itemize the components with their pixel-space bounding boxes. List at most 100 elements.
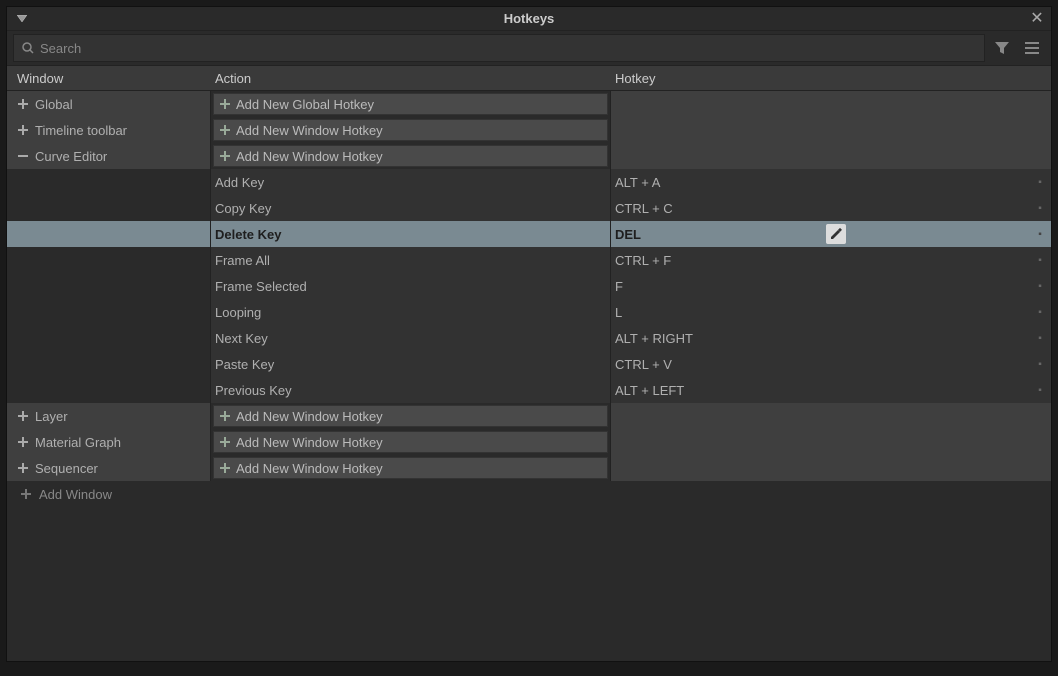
hotkey-cell[interactable]: CTRL + C ▪ (611, 195, 1051, 221)
filter-button[interactable] (989, 35, 1015, 61)
action-cell[interactable]: Frame All (211, 247, 611, 273)
expand-icon[interactable] (17, 124, 29, 136)
drag-handle-icon[interactable]: ▪ (1035, 229, 1045, 240)
group-window-cell[interactable]: Curve Editor (7, 143, 211, 169)
add-hotkey-button[interactable]: Add New Window Hotkey (213, 405, 608, 427)
hotkey-row[interactable]: Next Key ALT + RIGHT ▪ (7, 325, 1051, 351)
add-window-button[interactable]: Add Window (7, 481, 1051, 507)
plus-icon (220, 99, 230, 109)
action-cell[interactable]: Next Key (211, 325, 611, 351)
add-hotkey-button[interactable]: Add New Window Hotkey (213, 457, 608, 479)
child-window-cell (7, 169, 211, 195)
plus-icon (21, 489, 31, 499)
group-row[interactable]: Layer Add New Window Hotkey (7, 403, 1051, 429)
group-row[interactable]: Timeline toolbarAdd New Window Hotkey (7, 117, 1051, 143)
hotkey-cell[interactable]: L▪ (611, 299, 1051, 325)
group-hotkey-cell (611, 429, 1051, 455)
group-window-cell[interactable]: Material Graph (7, 429, 211, 455)
drag-handle-icon[interactable]: ▪ (1035, 307, 1045, 318)
group-window-cell[interactable]: Timeline toolbar (7, 117, 211, 143)
expand-icon[interactable] (17, 462, 29, 474)
group-action-cell: Add New Window Hotkey (211, 117, 611, 143)
action-cell[interactable]: Paste Key (211, 351, 611, 377)
close-button[interactable]: ✕ (1023, 7, 1051, 31)
plus-icon (220, 125, 230, 135)
expand-icon[interactable] (17, 410, 29, 422)
drag-handle-icon[interactable]: ▪ (1035, 359, 1045, 370)
group-window-cell[interactable]: Layer (7, 403, 211, 429)
hotkeys-window: Hotkeys ✕ Window Action Hotkey GlobalAdd… (6, 6, 1052, 662)
expand-icon[interactable] (17, 436, 29, 448)
body: GlobalAdd New Global HotkeyTimeline tool… (7, 91, 1051, 661)
action-label: Copy Key (215, 201, 271, 216)
group-row[interactable]: GlobalAdd New Global Hotkey (7, 91, 1051, 117)
add-hotkey-button[interactable]: Add New Global Hotkey (213, 93, 608, 115)
hotkey-label: CTRL + C (615, 201, 673, 216)
drag-handle-icon[interactable]: ▪ (1035, 203, 1045, 214)
search-box[interactable] (13, 34, 985, 62)
hotkey-cell[interactable]: ALT + LEFT▪ (611, 377, 1051, 403)
action-cell[interactable]: Copy Key (211, 195, 611, 221)
hotkey-cell[interactable]: F▪ (611, 273, 1051, 299)
group-action-cell: Add New Window Hotkey (211, 429, 611, 455)
child-window-cell (7, 273, 211, 299)
add-hotkey-button[interactable]: Add New Window Hotkey (213, 119, 608, 141)
action-cell[interactable]: Looping (211, 299, 611, 325)
add-hotkey-label: Add New Window Hotkey (236, 461, 383, 476)
child-window-cell (7, 195, 211, 221)
hotkey-row[interactable]: Frame SelectedF▪ (7, 273, 1051, 299)
search-input[interactable] (40, 41, 976, 56)
group-name: Layer (35, 409, 68, 424)
add-hotkey-button[interactable]: Add New Window Hotkey (213, 145, 608, 167)
add-hotkey-button[interactable]: Add New Window Hotkey (213, 431, 608, 453)
hotkey-cell[interactable]: CTRL + V▪ (611, 351, 1051, 377)
drag-handle-icon[interactable]: ▪ (1035, 385, 1045, 396)
group-name: Curve Editor (35, 149, 107, 164)
menu-button[interactable] (1019, 35, 1045, 61)
hotkey-cell[interactable]: DEL▪ (611, 221, 1051, 247)
edit-hotkey-button[interactable] (826, 224, 846, 244)
window-menu-icon[interactable] (13, 15, 31, 23)
hotkey-row[interactable]: Delete KeyDEL▪ (7, 221, 1051, 247)
hotkey-row[interactable]: Frame AllCTRL + F▪ (7, 247, 1051, 273)
action-label: Previous Key (215, 383, 292, 398)
hotkey-row[interactable]: Paste KeyCTRL + V▪ (7, 351, 1051, 377)
expand-icon[interactable] (17, 98, 29, 110)
hotkey-cell[interactable]: CTRL + F▪ (611, 247, 1051, 273)
drag-handle-icon[interactable]: ▪ (1035, 333, 1045, 344)
header-hotkey[interactable]: Hotkey (611, 71, 1051, 86)
group-window-cell[interactable]: Global (7, 91, 211, 117)
group-row[interactable]: Curve Editor Add New Window Hotkey (7, 143, 1051, 169)
group-row[interactable]: Material GraphAdd New Window Hotkey (7, 429, 1051, 455)
header-action[interactable]: Action (211, 71, 611, 86)
action-cell[interactable]: Previous Key (211, 377, 611, 403)
group-window-cell[interactable]: Sequencer (7, 455, 211, 481)
header-window[interactable]: Window (7, 71, 211, 86)
plus-icon (220, 151, 230, 161)
action-cell[interactable]: Delete Key (211, 221, 611, 247)
drag-handle-icon[interactable]: ▪ (1035, 281, 1045, 292)
hotkey-label: F (615, 279, 623, 294)
group-row[interactable]: Sequencer Add New Window Hotkey (7, 455, 1051, 481)
hotkey-cell[interactable]: ALT + RIGHT ▪ (611, 325, 1051, 351)
drag-handle-icon[interactable]: ▪ (1035, 177, 1045, 188)
child-window-cell (7, 221, 211, 247)
hamburger-icon (1024, 41, 1040, 55)
action-cell[interactable]: Add Key (211, 169, 611, 195)
hotkey-row[interactable]: Previous Key ALT + LEFT▪ (7, 377, 1051, 403)
child-window-cell (7, 377, 211, 403)
hotkey-cell[interactable]: ALT + A▪ (611, 169, 1051, 195)
collapse-icon[interactable] (17, 150, 29, 162)
action-cell[interactable]: Frame Selected (211, 273, 611, 299)
drag-handle-icon[interactable]: ▪ (1035, 255, 1045, 266)
hotkey-row[interactable]: Copy Key CTRL + C ▪ (7, 195, 1051, 221)
group-action-cell: Add New Window Hotkey (211, 403, 611, 429)
action-label: Add Key (215, 175, 264, 190)
group-name: Sequencer (35, 461, 98, 476)
hotkey-row[interactable]: LoopingL▪ (7, 299, 1051, 325)
child-window-cell (7, 351, 211, 377)
group-hotkey-cell (611, 455, 1051, 481)
hotkey-row[interactable]: Add Key ALT + A▪ (7, 169, 1051, 195)
search-icon (22, 42, 34, 54)
hotkey-label: ALT + RIGHT (615, 331, 693, 346)
